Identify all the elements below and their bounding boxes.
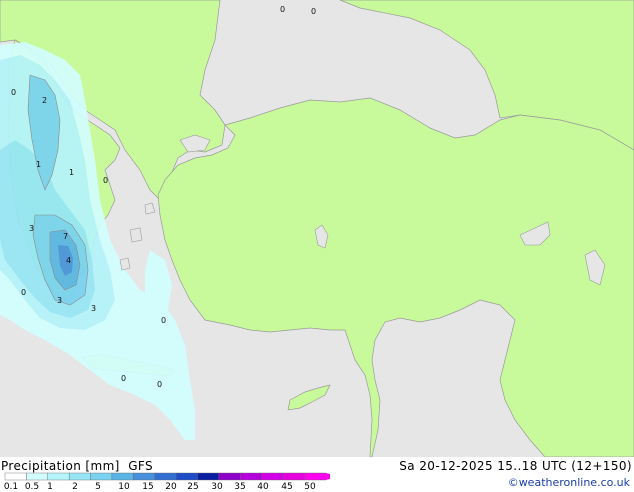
scale-tick-label: 20 xyxy=(165,482,177,492)
value-label: 4 xyxy=(66,256,72,265)
weather-map-view: 0 0 0 2 1 1 0 3 7 4 0 3 3 0 0 0 Precipit… xyxy=(0,0,634,492)
value-label: 0 xyxy=(121,374,127,383)
credit-link[interactable]: ©weatheronline.co.uk xyxy=(508,476,630,489)
scale-tick-label: 15 xyxy=(142,482,154,492)
scale-tick-label: 35 xyxy=(234,482,246,492)
scale-tick-label: 50 xyxy=(304,482,316,492)
value-label: 0 xyxy=(157,380,163,389)
scale-tick-label: 40 xyxy=(257,482,269,492)
scale-cell xyxy=(26,472,48,481)
value-label: 3 xyxy=(29,224,35,233)
scale-tick-label: 1 xyxy=(47,482,53,492)
scale-tick-label: 0.5 xyxy=(24,482,40,492)
scale-tick-label: 10 xyxy=(118,482,130,492)
scale-tick-label: 45 xyxy=(281,482,293,492)
scale-arrow xyxy=(325,473,330,480)
valid-time: Sa 20-12-2025 15..18 UTC (12+150) xyxy=(399,459,632,473)
scale-cells xyxy=(4,472,330,481)
value-label: 0 xyxy=(11,88,17,97)
value-label: 1 xyxy=(36,160,42,169)
value-label: 0 xyxy=(161,316,167,325)
value-label: 0 xyxy=(280,5,286,14)
scale-cell xyxy=(240,472,262,481)
scale-tick-label: 5 xyxy=(95,482,101,492)
value-label: 1 xyxy=(69,168,75,177)
value-label: 3 xyxy=(57,296,63,305)
scale-cell xyxy=(133,472,155,481)
scale-cell xyxy=(304,472,327,481)
value-label: 3 xyxy=(91,304,97,313)
scale-cell xyxy=(154,472,177,481)
scale-cell xyxy=(47,472,70,481)
scale-cell xyxy=(197,472,220,481)
scale-cell xyxy=(111,472,134,481)
scale-tick-label: 25 xyxy=(187,482,199,492)
scale-cell xyxy=(68,472,91,481)
scale-tick-label: 2 xyxy=(72,482,78,492)
scale-tick-label: 30 xyxy=(211,482,223,492)
scale-cell xyxy=(282,472,305,481)
value-label: 2 xyxy=(42,96,48,105)
map-title: Precipitation [mm] GFS xyxy=(1,459,153,473)
value-label: 0 xyxy=(103,176,109,185)
scale-cell xyxy=(261,472,284,481)
precipitation-map xyxy=(0,0,634,457)
value-label: 0 xyxy=(311,7,317,16)
scale-cell xyxy=(4,472,27,481)
scale-cell xyxy=(90,472,113,481)
scale-tick-label: 0.1 xyxy=(3,482,19,492)
scale-cell xyxy=(175,472,198,481)
scale-cell xyxy=(218,472,241,481)
value-label: 0 xyxy=(21,288,27,297)
value-label: 7 xyxy=(63,232,69,241)
